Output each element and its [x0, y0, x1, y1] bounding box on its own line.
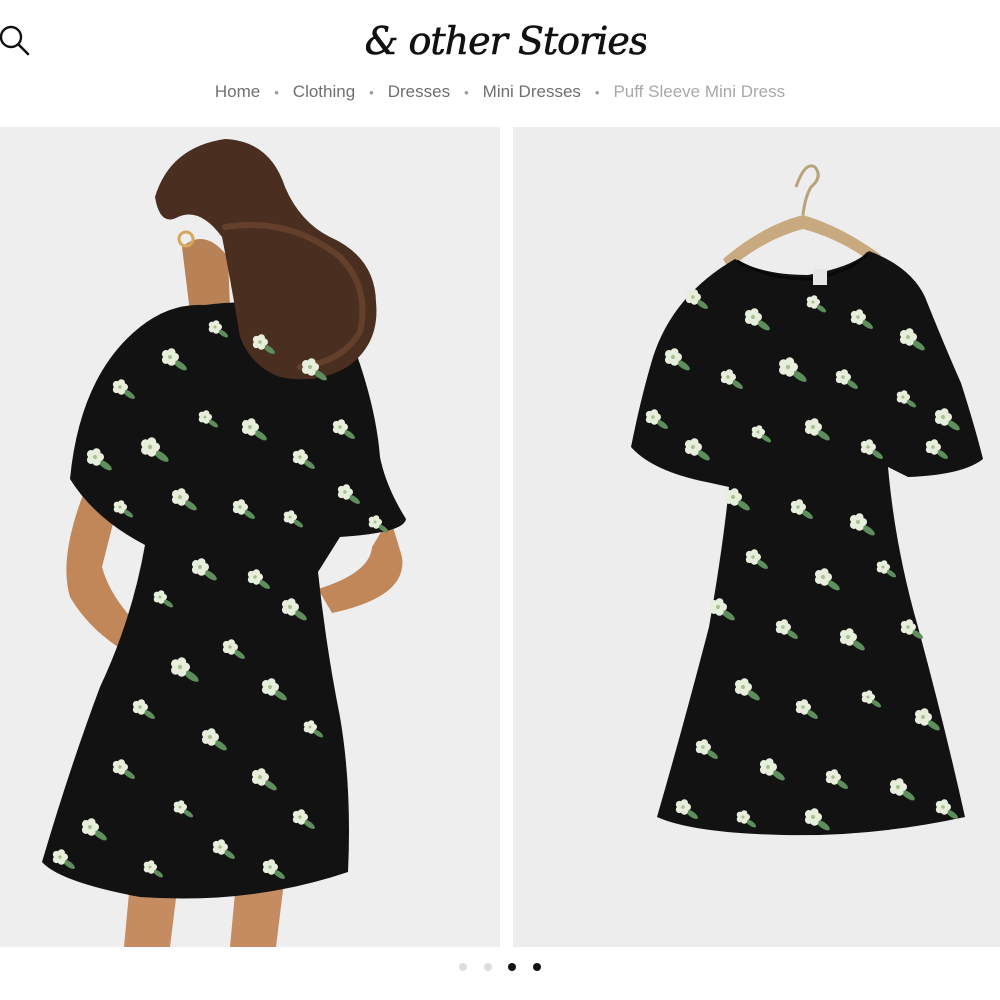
- gallery-pagination: [0, 958, 1000, 976]
- breadcrumb-dresses[interactable]: Dresses: [374, 82, 464, 101]
- dress-label: [813, 269, 827, 285]
- breadcrumb-home[interactable]: Home: [201, 82, 274, 101]
- gallery-dot-2[interactable]: [483, 963, 492, 971]
- breadcrumb-separator: •: [464, 85, 469, 100]
- logo-text: & other Stories: [366, 19, 646, 63]
- site-header: & other Stories: [0, 0, 1000, 80]
- breadcrumb-clothing[interactable]: Clothing: [279, 82, 369, 101]
- breadcrumb: Home • Clothing • Dresses • Mini Dresses • Puff …: [0, 78, 1000, 104]
- search-button[interactable]: [0, 22, 34, 56]
- product-image-model-back[interactable]: [0, 127, 500, 947]
- search-icon: [0, 25, 30, 56]
- gallery-dot-3[interactable]: [508, 963, 517, 971]
- gallery-dot-4[interactable]: [532, 963, 541, 971]
- breadcrumb-mini-dresses[interactable]: Mini Dresses: [469, 82, 595, 101]
- brand-logo[interactable]: & other Stories: [364, 12, 649, 68]
- breadcrumb-current-product: Puff Sleeve Mini Dress: [613, 82, 786, 101]
- product-image-hanger[interactable]: [513, 127, 1000, 947]
- gallery-dot-1[interactable]: [459, 963, 468, 971]
